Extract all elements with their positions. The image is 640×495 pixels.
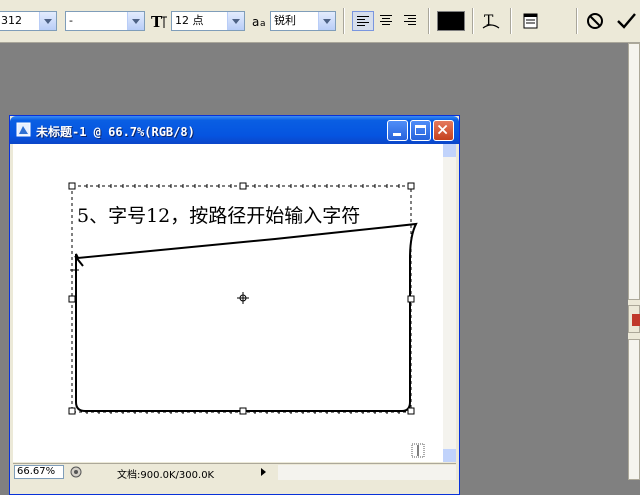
chevron-down-icon[interactable] [227,12,244,30]
align-right-button[interactable] [398,11,420,31]
close-icon [437,124,448,135]
font-family-value: 312 [1,14,22,27]
font-family-select[interactable]: 312 [0,11,57,31]
minimize-button[interactable] [387,120,408,141]
antialias-value: 锐利 [274,14,296,27]
zoom-value: 66.67% [17,466,56,477]
handle-top-left [68,182,76,190]
maximize-button[interactable] [410,120,431,141]
palette-panel-tab[interactable] [628,305,640,333]
separator [428,8,430,34]
close-button[interactable] [433,120,454,141]
separator [343,8,345,34]
scroll-up-button[interactable] [443,144,456,157]
handle-top-center [239,182,247,190]
text-color-swatch[interactable] [437,11,465,31]
handle-bottom-left [68,407,76,415]
svg-text:a: a [252,15,259,29]
svg-text:T: T [151,13,163,31]
cancel-icon[interactable] [584,11,606,31]
font-size-select[interactable]: 12 点 [171,11,245,31]
antialias-icon: a a [252,15,266,29]
scroll-down-button[interactable] [443,449,456,462]
palettes-icon[interactable] [520,11,542,31]
zoom-field[interactable]: 66.67% [14,465,64,479]
text-insert-icon [411,443,425,458]
status-menu-icon[interactable] [69,465,83,479]
separator [576,8,578,34]
chevron-down-icon[interactable] [39,12,56,30]
handle-bottom-center [239,407,247,415]
text-orientation-icon[interactable]: T [150,11,170,31]
palette-dock [628,43,640,480]
antialias-select[interactable]: 锐利 [270,11,336,31]
document-title: 未标题-1 @ 66.7%(RGB/8) [36,125,195,139]
chevron-down-icon[interactable] [318,12,335,30]
horizontal-scrollbar[interactable] [278,465,456,480]
handle-bottom-right [407,407,415,415]
chevron-down-icon[interactable] [127,12,144,30]
document-window: 未标题-1 @ 66.7%(RGB/8) 5、字号12，按路径开始输入字符 66… [9,115,460,495]
status-bar: 66.67% 文档:900.0K/300.0K [13,463,456,481]
align-left-button[interactable] [352,11,374,31]
warp-text-icon[interactable]: T [480,11,502,31]
font-size-value: 12 点 [175,14,204,27]
palette-swatch [632,314,640,326]
font-style-select[interactable]: - [65,11,145,31]
document-size-info: 文档:900.0K/300.0K [117,470,215,481]
palette-panel [628,43,640,300]
photoshop-document-icon [16,122,31,137]
palette-panel [628,339,640,480]
separator [510,8,512,34]
svg-text:a: a [260,19,266,29]
handle-top-right [407,182,415,190]
handle-middle-right [407,295,415,303]
minimize-icon [393,133,401,136]
canvas-text: 5、字号12，按路径开始输入字符 [77,205,361,227]
work-path [75,222,418,412]
status-arrow-icon[interactable] [261,468,266,476]
font-style-value: - [69,14,73,27]
maximize-icon [415,125,426,135]
handle-middle-left [68,295,76,303]
options-bar: 312 - T 12 点 a a 锐利 T [0,0,640,43]
vertical-scrollbar[interactable] [443,144,456,462]
text-path-overlay [68,182,425,458]
align-center-button[interactable] [375,11,397,31]
commit-icon[interactable] [614,11,638,31]
canvas[interactable] [13,144,443,462]
reference-point-icon [237,292,249,304]
document-title-bar[interactable]: 未标题-1 @ 66.7%(RGB/8) [10,116,459,144]
separator [472,8,474,34]
